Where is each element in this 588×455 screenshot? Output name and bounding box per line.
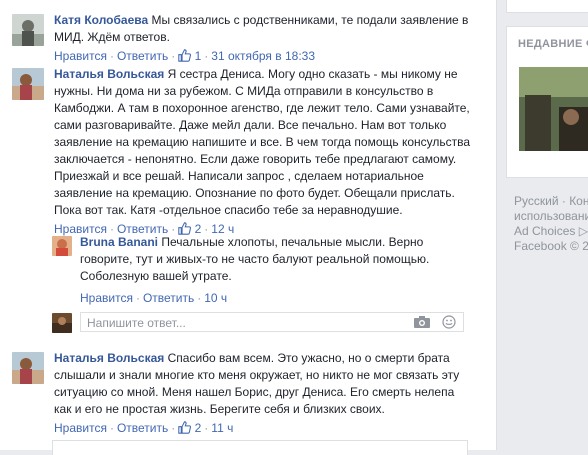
reply-item: Bruna Banani Печальные хлопоты, печальны… bbox=[52, 234, 472, 307]
comment-text-line: Камбоджи. А там в похоронное агенство, г… bbox=[54, 101, 470, 115]
thumbs-up-icon bbox=[178, 49, 192, 62]
reply-link[interactable]: Ответить bbox=[143, 291, 194, 305]
avatar[interactable] bbox=[52, 236, 72, 256]
like-count[interactable]: 1 bbox=[195, 49, 202, 63]
comment-text-line: Я сестра Дениса. Могу одно сказать - мы … bbox=[167, 67, 458, 81]
avatar bbox=[52, 313, 72, 333]
comment-actions: Нравится · Ответить · 1 · 31 октября в 18:33 bbox=[54, 49, 315, 63]
comment-author[interactable]: Катя Колобаева bbox=[54, 13, 148, 27]
avatar[interactable] bbox=[12, 352, 44, 384]
comment-text-line: заявление на кремацию. Опознание по фото… bbox=[54, 186, 455, 200]
reply-composer: Напишите ответ... bbox=[52, 312, 466, 334]
like-count[interactable]: 2 bbox=[195, 421, 202, 435]
comment-text-line: заявление на кремацию напишите и все. В … bbox=[54, 135, 471, 149]
footer-line[interactable]: использовани bbox=[514, 209, 588, 223]
reply-text-line: говорите, тут и живых-то не часто балуют… bbox=[80, 252, 430, 266]
comment-text-line: Спасибо вам всем. Это ужасно, но о смерт… bbox=[167, 351, 450, 365]
comment-time[interactable]: 31 октября в 18:33 bbox=[211, 49, 315, 63]
comment-item: Наталья Вольская Я сестра Дениса. Могу о… bbox=[12, 66, 482, 238]
rail-card bbox=[506, 0, 588, 13]
reply-text-line: Соболезную вашей утрате. bbox=[80, 269, 232, 283]
reply-time[interactable]: 10 ч bbox=[204, 291, 227, 305]
comment-item: Наталья Вольская Спасибо вам всем. Это у… bbox=[12, 350, 482, 437]
reply-composer-partial[interactable] bbox=[52, 440, 468, 455]
avatar[interactable] bbox=[12, 14, 44, 46]
reply-input[interactable]: Напишите ответ... bbox=[80, 312, 464, 332]
reply-actions: Нравится · Ответить · 10 ч bbox=[80, 291, 228, 305]
rail-footer: Русский · Кон использовани Ad Choices ▷ … bbox=[514, 194, 588, 254]
recent-photos-panel: НЕДАВНИЕ Ф bbox=[506, 26, 588, 178]
reply-link[interactable]: Ответить bbox=[117, 421, 168, 435]
comment-author[interactable]: Наталья Вольская bbox=[54, 67, 164, 81]
comment-text-line: как и его не простая жизнь. Берегите себ… bbox=[54, 402, 385, 416]
comment-text-line: слышали и знали многие кто меня окружает… bbox=[54, 368, 460, 382]
like-link[interactable]: Нравится bbox=[54, 421, 107, 435]
comment-actions: Нравится · Ответить · 2 · 11 ч bbox=[54, 421, 234, 435]
copyright: Facebook © 2 bbox=[514, 239, 588, 253]
right-rail: НЕДАВНИЕ Ф Русский · Кон использовани Ad… bbox=[506, 0, 588, 450]
comment-author[interactable]: Наталья Вольская bbox=[54, 351, 164, 365]
comment-text-line: заключается - непонятно. Если даже говор… bbox=[54, 152, 457, 166]
reply-author[interactable]: Bruna Banani bbox=[80, 235, 158, 249]
comment-item: Катя Колобаева Мы связались с родственни… bbox=[12, 12, 482, 65]
footer-line[interactable]: Русский · Кон bbox=[514, 194, 588, 208]
avatar[interactable] bbox=[12, 68, 44, 100]
emoji-icon[interactable] bbox=[442, 315, 456, 329]
photo-thumbnail[interactable] bbox=[519, 67, 588, 151]
reply-text-line: Печальные хлопоты, печальные мысли. Верн… bbox=[161, 235, 424, 249]
comment-text-line: МИД. Ждём ответов. bbox=[54, 30, 170, 44]
reply-link[interactable]: Ответить bbox=[117, 49, 168, 63]
comment-text-line: Приезжай и все решай. Написали запрос , … bbox=[54, 169, 424, 183]
ad-choices-link[interactable]: Ad Choices ▷ bbox=[514, 224, 588, 238]
comment-time[interactable]: 11 ч bbox=[211, 421, 233, 435]
panel-title: НЕДАВНИЕ Ф bbox=[518, 38, 588, 50]
comment-text-line: сами разговаривайте. Даже мейл дали. Все… bbox=[54, 118, 447, 132]
comment-text-line: нужны. Ни дома ни за рубежом. С МИДа отп… bbox=[54, 84, 434, 98]
comment-text-line: ситуацию со мной. Меня нашел Борис, друг… bbox=[54, 385, 455, 399]
comments-feed: Катя Колобаева Мы связались с родственни… bbox=[0, 0, 497, 455]
like-link[interactable]: Нравится bbox=[54, 49, 107, 63]
comment-text-line: Мы связались с родственниками, те подали… bbox=[151, 13, 469, 27]
comment-text-line: Пока вот так. Катя -отдельное спасибо те… bbox=[54, 203, 403, 217]
like-link[interactable]: Нравится bbox=[80, 291, 133, 305]
thumbs-up-icon bbox=[178, 421, 192, 434]
camera-icon[interactable] bbox=[414, 316, 430, 328]
